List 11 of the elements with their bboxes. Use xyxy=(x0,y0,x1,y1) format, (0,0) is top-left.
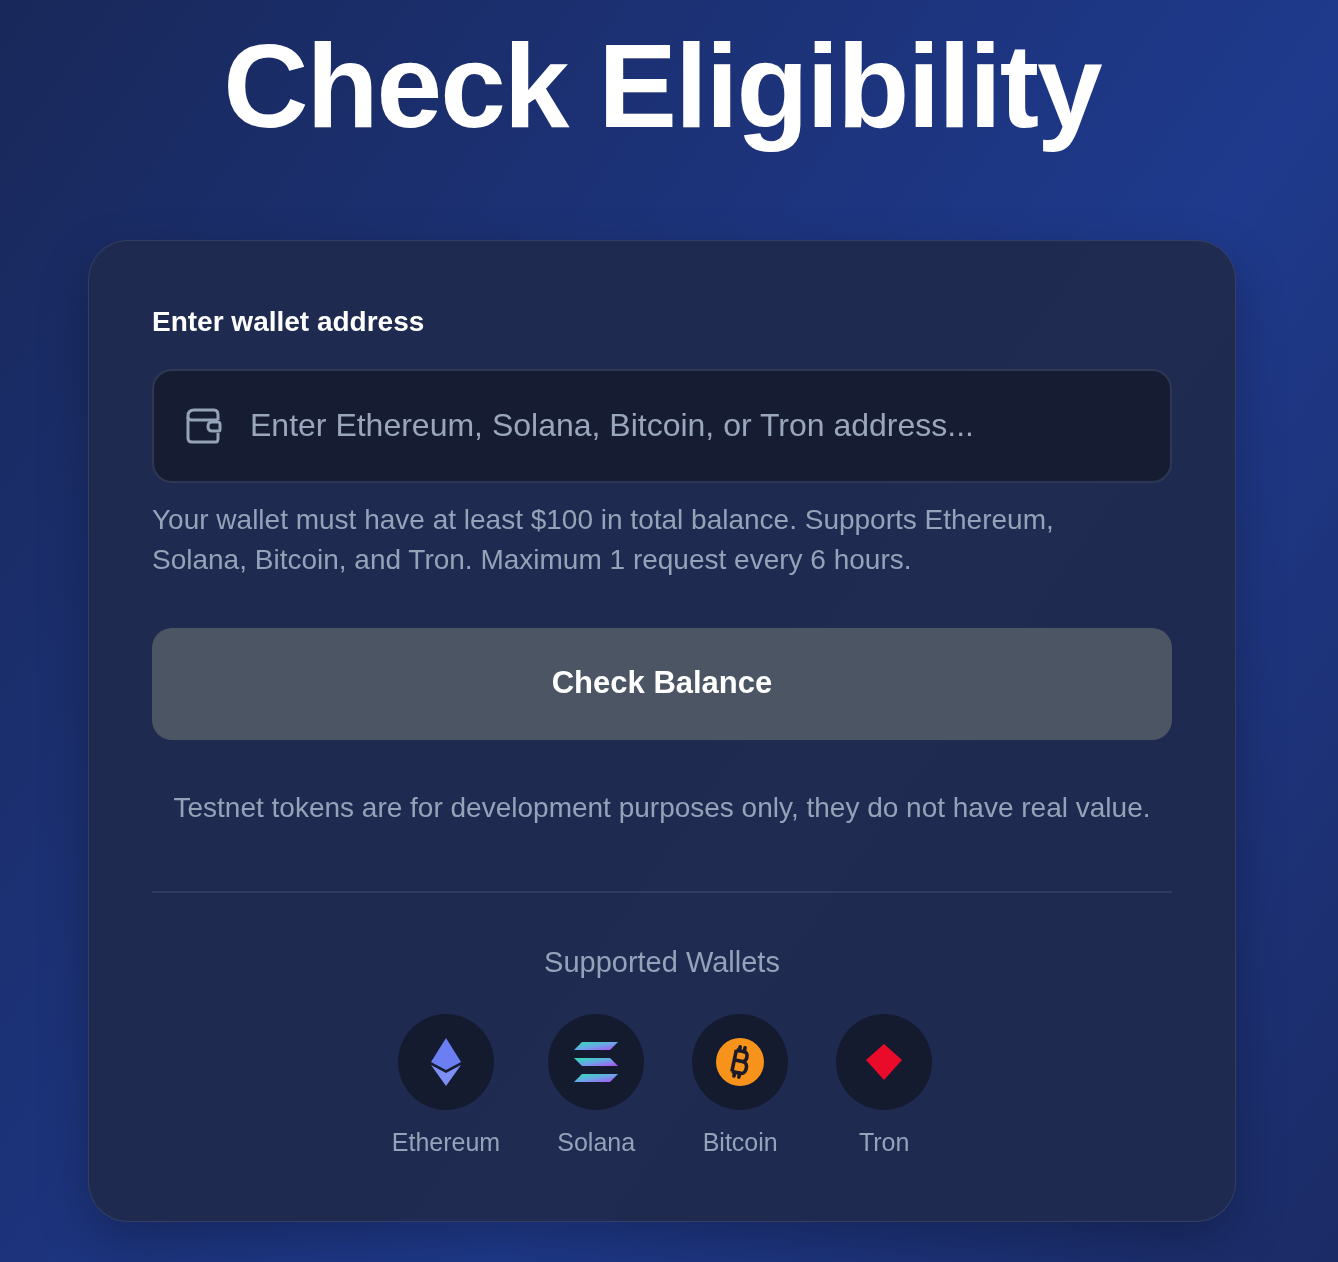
wallet-icon xyxy=(186,407,222,444)
wallet-name: Tron xyxy=(858,1126,910,1158)
wallet-name: Ethereum xyxy=(391,1126,501,1158)
help-text: Your wallet must have at least $100 in total balance. Supports Ethereum, Solana, Bitcoin, and Tron. Maximum 1 request every 6 hours. xyxy=(152,502,1055,577)
field-label: Enter wallet address xyxy=(152,304,425,339)
wallet-name: Bitcoin xyxy=(702,1126,778,1158)
disclaimer-text: Testnet tokens are for development purposes only, they do not have real value. xyxy=(172,790,1152,825)
page-title: Check Eligibility xyxy=(223,19,1101,154)
wallet-name: Solana xyxy=(557,1126,636,1158)
address-field[interactable]: Enter Ethereum, Solana, Bitcoin, or Tron address... xyxy=(152,368,1172,483)
supported-heading: Supported Wallets xyxy=(544,944,780,980)
